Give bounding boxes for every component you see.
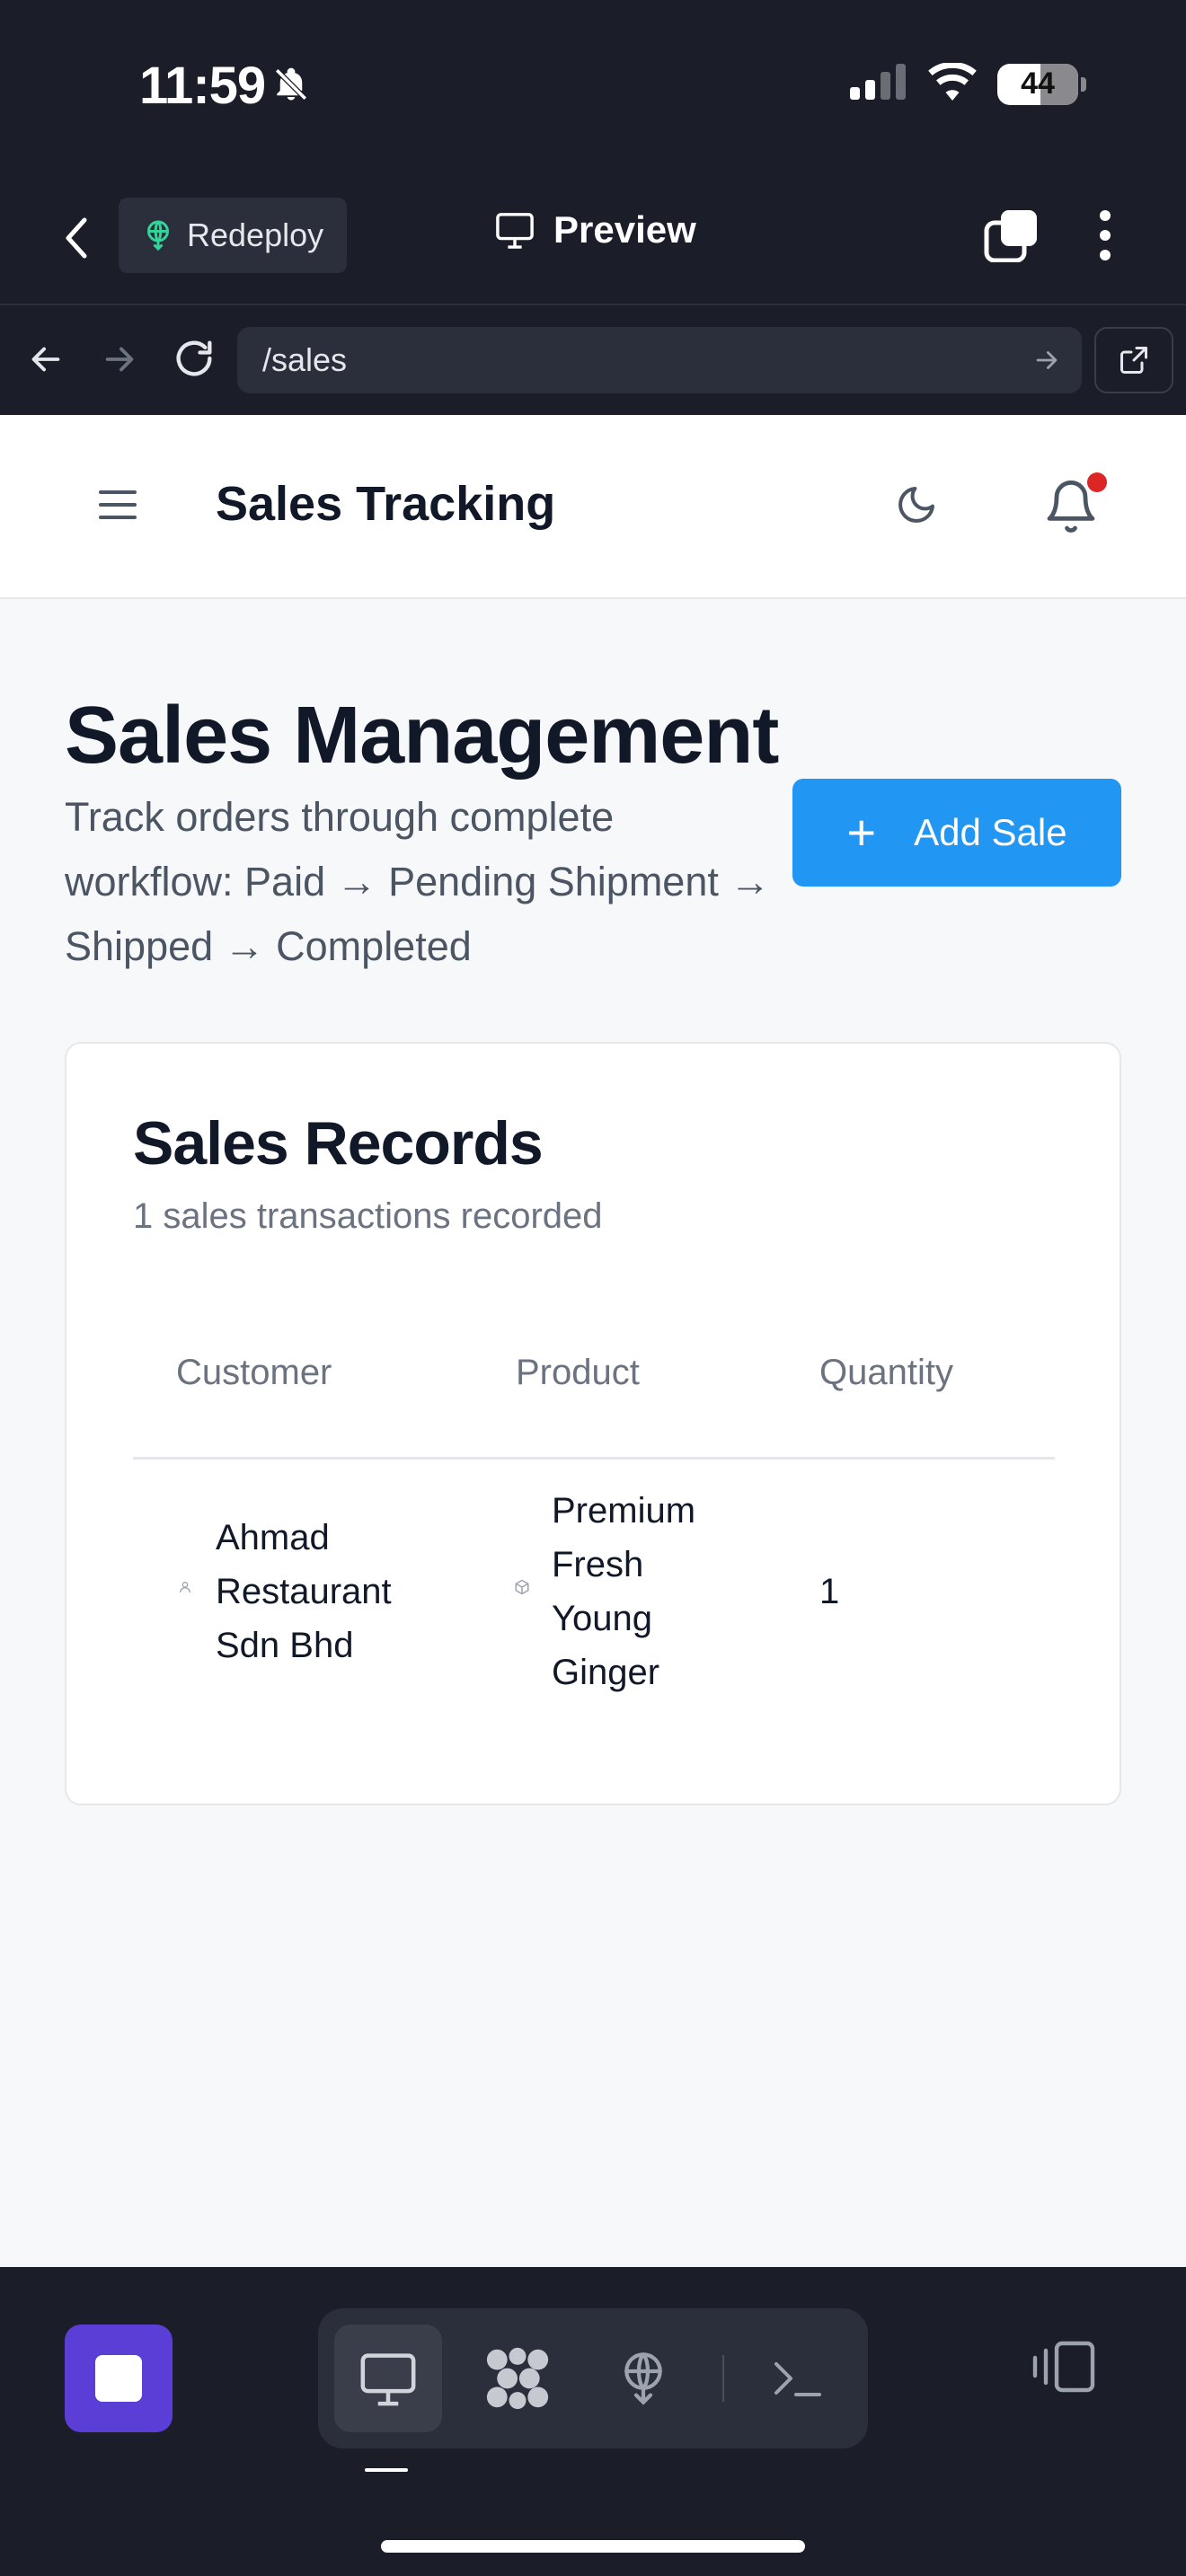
wifi-icon <box>927 61 978 105</box>
preview-tab-icon[interactable] <box>334 2325 442 2432</box>
url-bar: /sales <box>0 307 1186 415</box>
bottom-dock <box>0 2267 1186 2576</box>
notification-dot <box>1087 472 1107 492</box>
card-title: Sales Records <box>133 1109 544 1178</box>
app-viewport: Sales Tracking Sales Management Track or… <box>0 415 1186 2267</box>
hamburger-menu-icon[interactable] <box>97 487 138 527</box>
dark-mode-toggle-icon[interactable] <box>895 483 938 531</box>
external-link-icon <box>1120 347 1147 374</box>
console-tab-icon[interactable] <box>744 2325 852 2432</box>
card-subtitle: 1 sales transactions recorded <box>133 1196 603 1236</box>
column-header-quantity[interactable]: Quantity <box>819 1353 953 1393</box>
column-header-customer[interactable]: Customer <box>176 1353 332 1393</box>
url-input[interactable]: /sales <box>237 327 1082 393</box>
url-go-icon[interactable] <box>1031 345 1062 384</box>
open-external-button[interactable] <box>1094 327 1173 393</box>
dock-tab-group <box>318 2308 868 2448</box>
tabs-icon[interactable] <box>983 208 1040 267</box>
notifications-button[interactable] <box>1042 472 1107 535</box>
user-icon <box>178 1579 192 1600</box>
redeploy-button[interactable]: Redeploy <box>119 198 347 273</box>
monitor-icon <box>496 213 534 249</box>
deployments-tab-icon[interactable] <box>589 2325 697 2432</box>
battery-level: 44 <box>1021 66 1055 101</box>
sales-records-card: Sales Records 1 sales transactions recor… <box>65 1042 1121 1805</box>
plus-icon: + <box>846 804 877 860</box>
active-tab-indicator <box>365 2468 408 2472</box>
cell-product: Premium Fresh Young Ginger <box>552 1491 696 1692</box>
page-description: Track orders through complete workflow: … <box>65 794 771 969</box>
preview-label: Preview <box>553 208 696 251</box>
stop-button[interactable] <box>65 2325 173 2432</box>
column-header-product[interactable]: Product <box>516 1353 640 1393</box>
cell-quantity: 1 <box>819 1572 840 1611</box>
app-header: Sales Tracking <box>0 415 1186 599</box>
workspace-top-bar: Redeploy Preview <box>0 171 1186 305</box>
stop-icon <box>95 2355 142 2402</box>
url-text: /sales <box>262 341 348 378</box>
cell-customer: Ahmad Restaurant Sdn Bhd <box>216 1518 392 1665</box>
table-divider <box>133 1457 1055 1460</box>
page-title: Sales Management <box>65 691 779 781</box>
app-title: Sales Tracking <box>216 477 556 531</box>
preview-title: Preview <box>494 208 696 251</box>
browser-forward-icon[interactable] <box>99 334 140 389</box>
panel-toggle-icon[interactable] <box>1031 2339 1096 2399</box>
signal-icon <box>848 64 907 104</box>
status-bar: 11:59 44 <box>0 0 1186 171</box>
home-indicator[interactable] <box>381 2540 805 2553</box>
add-sale-button[interactable]: + Add Sale <box>792 779 1121 887</box>
back-button[interactable] <box>54 207 99 269</box>
add-sale-label: Add Sale <box>914 811 1067 853</box>
deploy-icon <box>147 220 169 251</box>
status-time-text: 11:59 <box>139 57 266 115</box>
package-icon <box>514 1579 530 1600</box>
more-options-icon[interactable] <box>1098 208 1112 267</box>
battery-icon: 44 <box>997 63 1086 105</box>
status-time: 11:59 <box>139 56 310 116</box>
browser-back-icon[interactable] <box>25 334 66 389</box>
bell-slash-icon <box>272 56 310 116</box>
agent-tab-icon[interactable] <box>464 2325 571 2432</box>
chevron-left-icon <box>66 217 87 259</box>
dock-separator <box>722 2355 724 2402</box>
status-right: 44 <box>848 61 1086 105</box>
redeploy-label: Redeploy <box>187 216 324 253</box>
reload-icon[interactable] <box>171 331 217 391</box>
